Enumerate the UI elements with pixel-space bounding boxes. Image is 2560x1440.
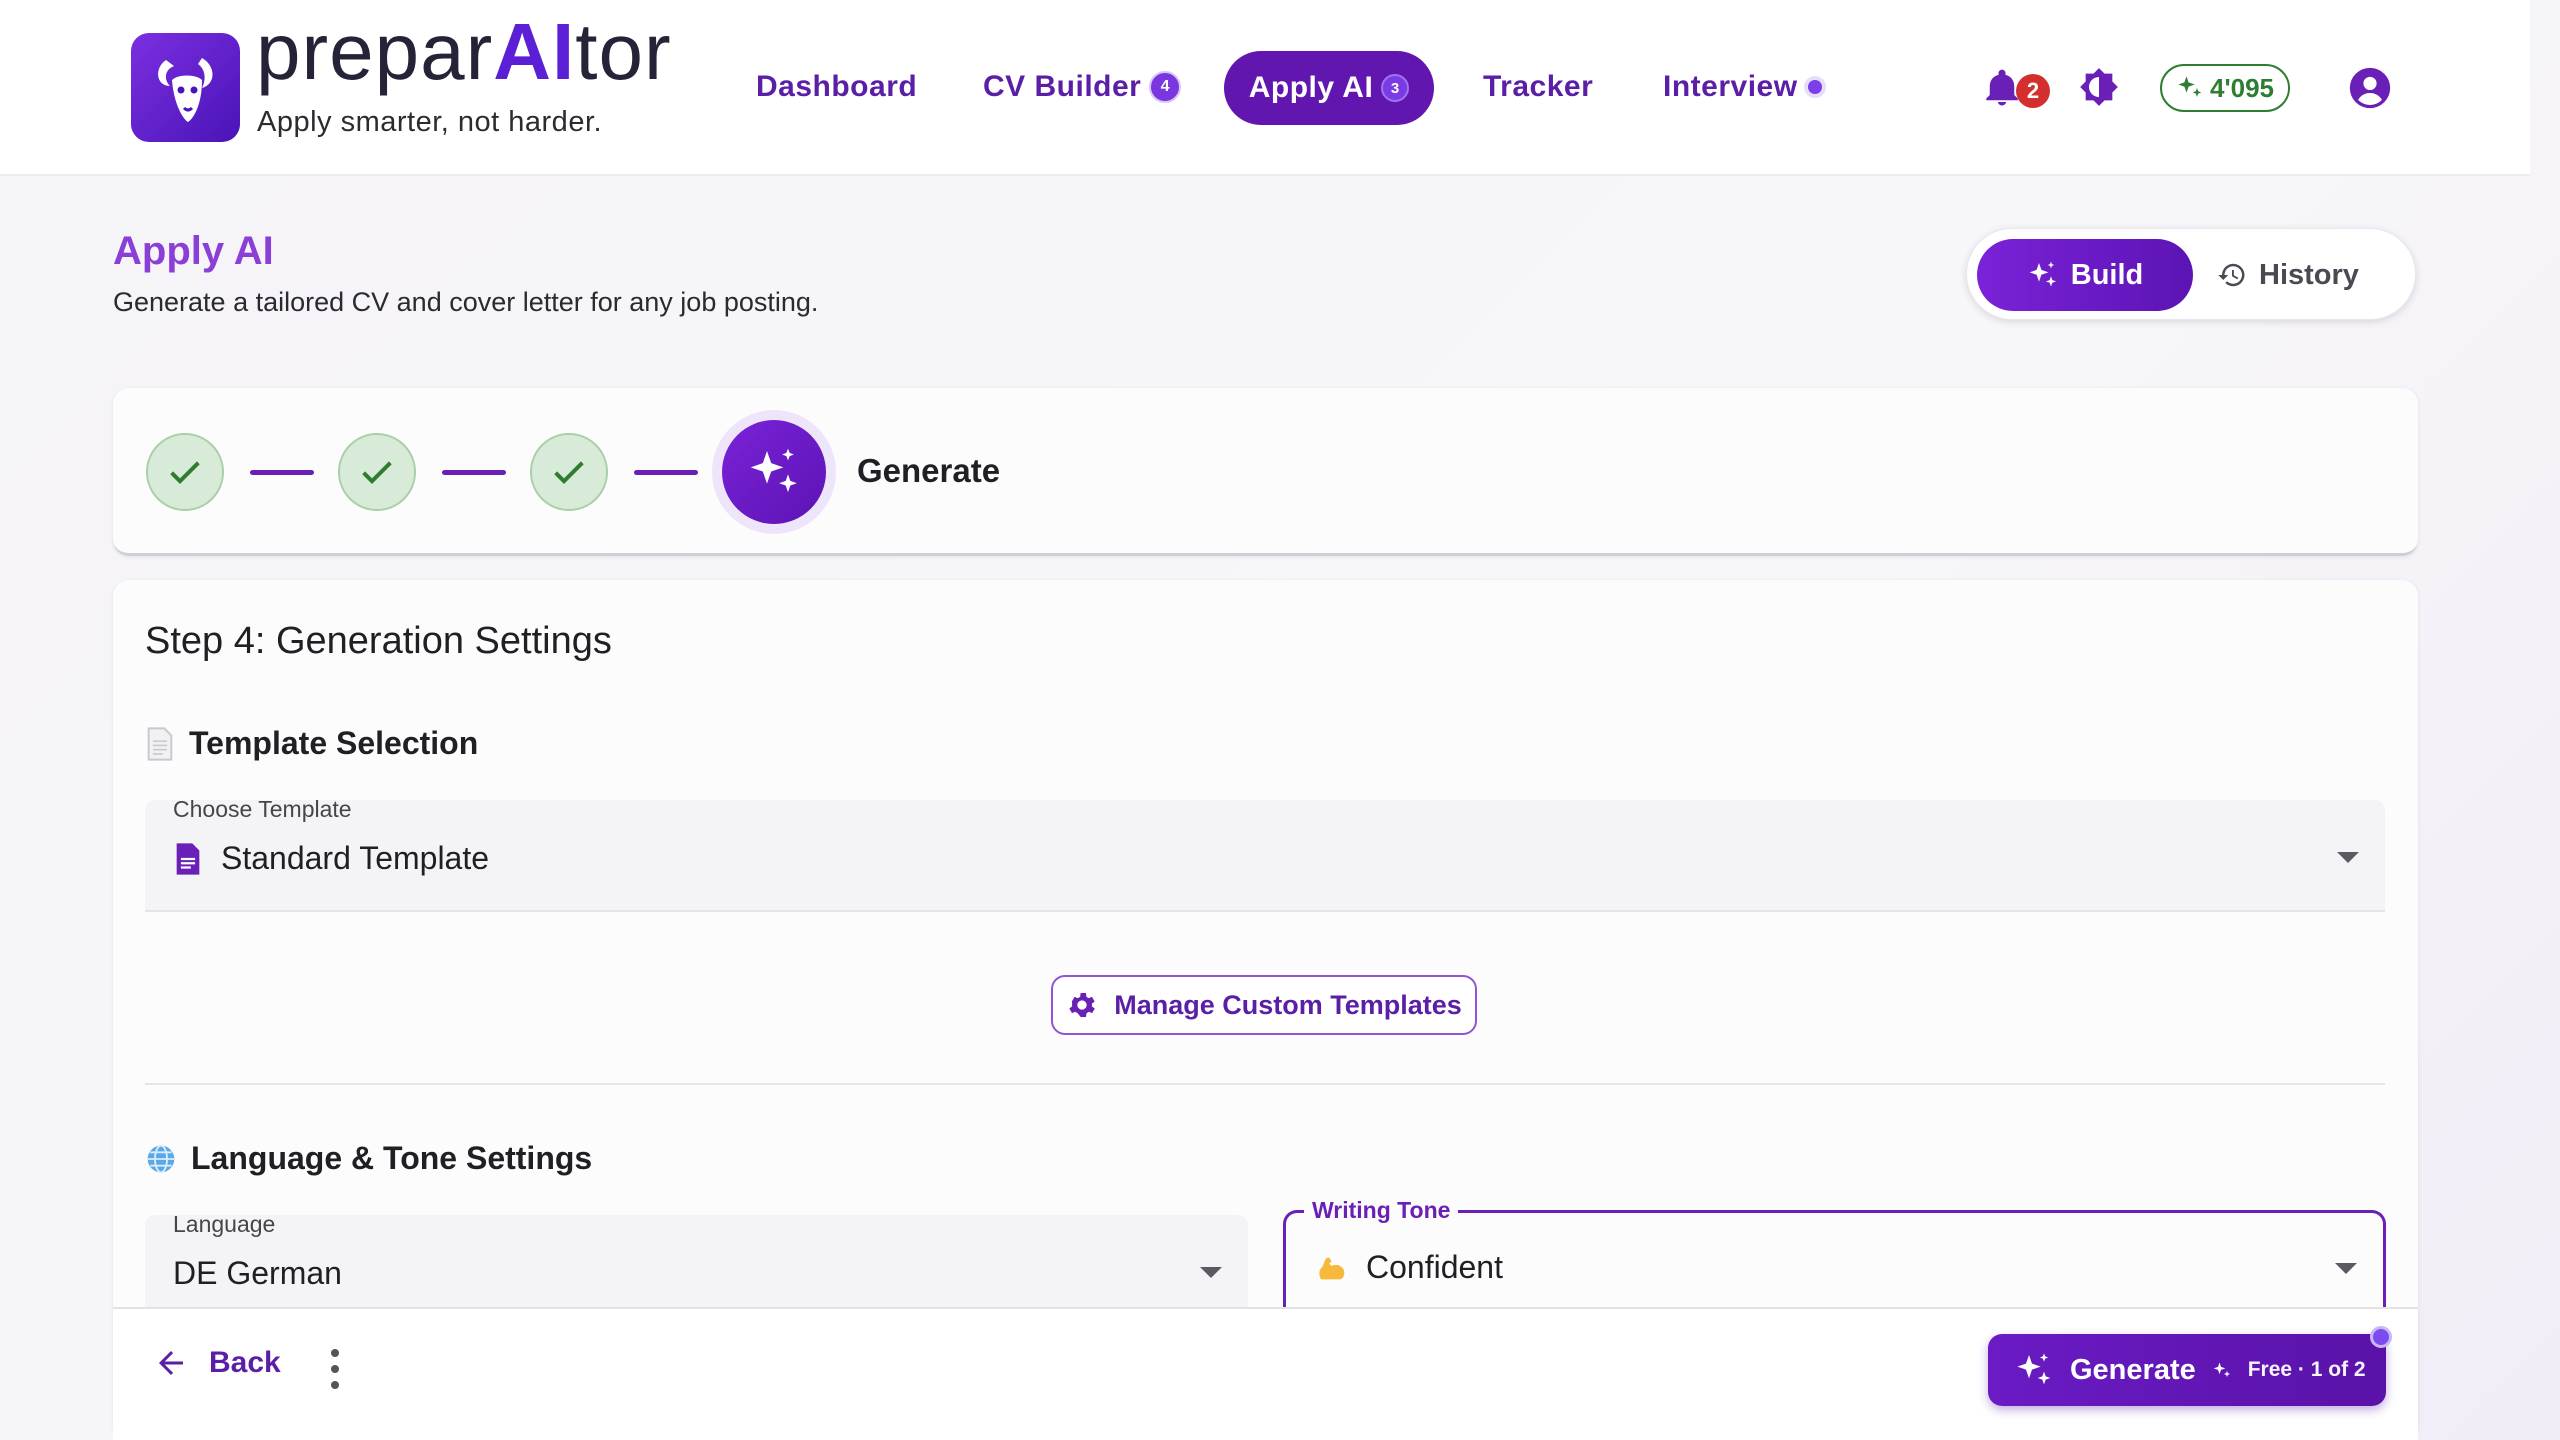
generate-quota: Free · 1 of 2 [2247,1358,2366,1381]
goat-logo-icon [157,57,212,122]
manage-templates-button[interactable]: Manage Custom Templates [1051,975,1477,1035]
writing-tone-label: Writing Tone [1304,1197,1459,1224]
build-tab-label: Build [2070,258,2144,291]
settings-title: Step 4: Generation Settings [145,620,612,662]
step-1-complete[interactable] [146,433,224,511]
description-icon [176,842,200,875]
nav-dashboard-label: Dashboard [756,70,918,103]
template-select-value: Standard Template [173,840,489,877]
sparkle-icon [2178,76,2202,97]
flexed-biceps-icon [1319,1257,1345,1279]
theme-toggle-button[interactable] [2076,64,2122,110]
language-select-label: Language [173,1211,276,1237]
language-section-heading-text: Language & Tone Settings [191,1140,593,1176]
history-tab[interactable]: History [2217,239,2407,311]
template-section-heading: Template Selection [145,725,478,762]
nav-tracker[interactable]: Tracker [1483,62,1593,112]
arrow-left-icon [159,1351,183,1375]
document-icon [147,726,173,761]
account-button[interactable] [2346,64,2394,112]
template-select-label: Choose Template [173,796,352,822]
brand-name-prefix: prepar [256,7,494,96]
sparkle-small-icon [2213,1362,2230,1378]
generate-indicator [2370,1326,2392,1348]
back-button-label: Back [209,1346,281,1379]
template-select[interactable]: Choose Template Standard Template [145,796,2385,912]
nav-cv-builder-label: CV Builder [983,70,1142,103]
more-options-icon[interactable] [328,1349,342,1389]
brand-name-suffix: tor [575,7,672,96]
nav-cv-builder-badge: 4 [1149,71,1182,103]
chevron-down-icon [1200,1267,1222,1278]
globe-icon [147,1144,175,1173]
language-section-heading: Language & Tone Settings [145,1140,592,1177]
generate-button-label: Generate [2070,1353,2196,1386]
brand-logo[interactable] [131,33,240,142]
step-connector [442,470,506,475]
build-tab[interactable]: Build [1977,239,2193,311]
check-icon [554,461,584,484]
credits-badge[interactable]: 4'095 [2160,64,2290,112]
nav-dashboard[interactable]: Dashboard [756,62,917,112]
credits-count: 4'095 [2209,72,2275,103]
history-icon [2218,263,2245,287]
progress-stepper: Generate [113,388,2418,556]
current-step-label: Generate [857,452,1001,489]
section-divider [145,1083,2385,1085]
history-tab-label: History [2259,258,2359,291]
nav-interview[interactable]: Interview [1663,62,1822,112]
nav-apply-ai[interactable]: Apply AI 3 [1224,51,1434,125]
page-subtitle: Generate a tailored CV and cover letter … [113,287,819,317]
step-3-complete[interactable] [530,433,608,511]
back-button[interactable]: Back [153,1345,281,1381]
brightness-icon [2080,68,2118,106]
check-icon [362,461,392,484]
top-nav: preparAItor Apply smarter, not harder. D… [0,0,2530,176]
notifications-badge: 2 [2016,74,2050,108]
generate-button[interactable]: Generate Free · 1 of 2 [1988,1326,2392,1406]
nav-apply-ai-label: Apply AI [1248,71,1374,104]
brand-name: preparAItor [256,12,672,92]
step-4-active[interactable] [722,420,826,524]
nav-cv-builder[interactable]: CV Builder 4 [983,62,1182,112]
writing-tone-text: Confident [1366,1249,1503,1285]
sparkle-icon [750,448,797,493]
brand-tagline: Apply smarter, not harder. [257,106,603,138]
writing-tone-value: Confident [1314,1249,1503,1286]
chevron-down-icon [2335,1263,2357,1274]
sparkle-icon [2017,1353,2051,1385]
nav-interview-indicator [1807,80,1822,94]
nav-apply-ai-badge: 3 [1381,74,1410,102]
template-section-heading-text: Template Selection [189,725,479,761]
sparkle-icon [2029,261,2056,287]
chevron-down-icon [2337,852,2359,863]
template-select-text: Standard Template [221,840,490,876]
nav-interview-label: Interview [1663,70,1798,103]
check-icon [170,461,200,484]
step-connector [634,470,698,475]
account-circle-icon [2349,67,2391,109]
page-title: Apply AI [113,229,274,273]
manage-templates-label: Manage Custom Templates [1114,989,1462,1020]
step-connector [250,470,314,475]
brand-name-ai: AI [493,7,576,96]
mode-toggle: Build History [1966,228,2416,320]
nav-tracker-label: Tracker [1483,70,1594,103]
action-footer: Back Generate Free · 1 of 2 [113,1307,2418,1440]
writing-tone-select[interactable]: Writing Tone Confident [1283,1197,2386,1320]
step-2-complete[interactable] [338,433,416,511]
language-select-value: DE German [173,1255,342,1291]
gear-icon [1069,993,1096,1017]
